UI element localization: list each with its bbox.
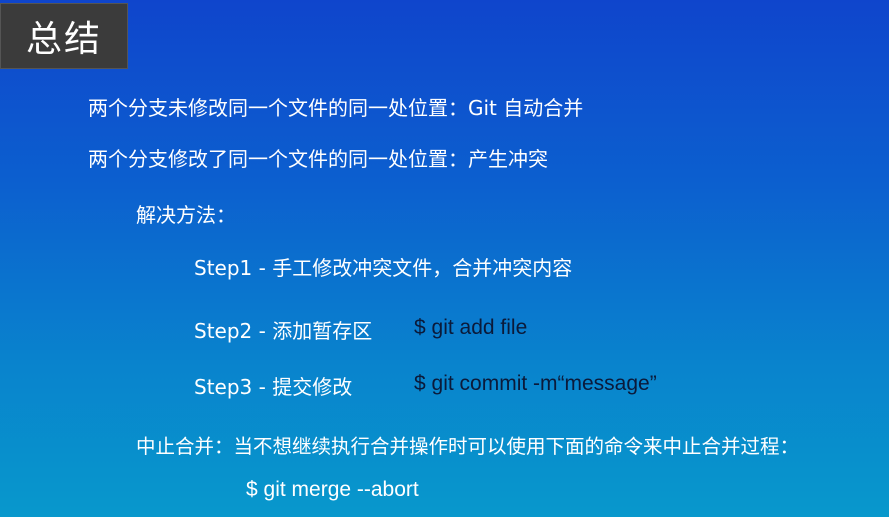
git-add-command: $ git add file bbox=[414, 316, 528, 339]
step2-label: Step2 - 添加暂存区 bbox=[194, 319, 373, 343]
git-commit-command: $ git commit -m“message” bbox=[414, 372, 657, 395]
slide-title: 总结 bbox=[25, 19, 102, 60]
conflict-line: 两个分支修改了同一个文件的同一处位置：产生冲突 bbox=[88, 147, 548, 171]
step3-label: Step3 - 提交修改 bbox=[194, 375, 353, 399]
git-merge-abort-command: $ git merge --abort bbox=[246, 478, 419, 501]
title-box: 总结 bbox=[0, 3, 128, 69]
abort-description: 中止合并：当不想继续执行合并操作时可以使用下面的命令来中止合并过程： bbox=[136, 435, 800, 458]
slide: 总结 两个分支未修改同一个文件的同一处位置：Git 自动合并 两个分支修改了同一… bbox=[0, 0, 889, 517]
no-conflict-line: 两个分支未修改同一个文件的同一处位置：Git 自动合并 bbox=[88, 96, 584, 120]
solution-heading: 解决方法： bbox=[136, 203, 236, 227]
step1-label: Step1 - 手工修改冲突文件，合并冲突内容 bbox=[194, 256, 573, 280]
